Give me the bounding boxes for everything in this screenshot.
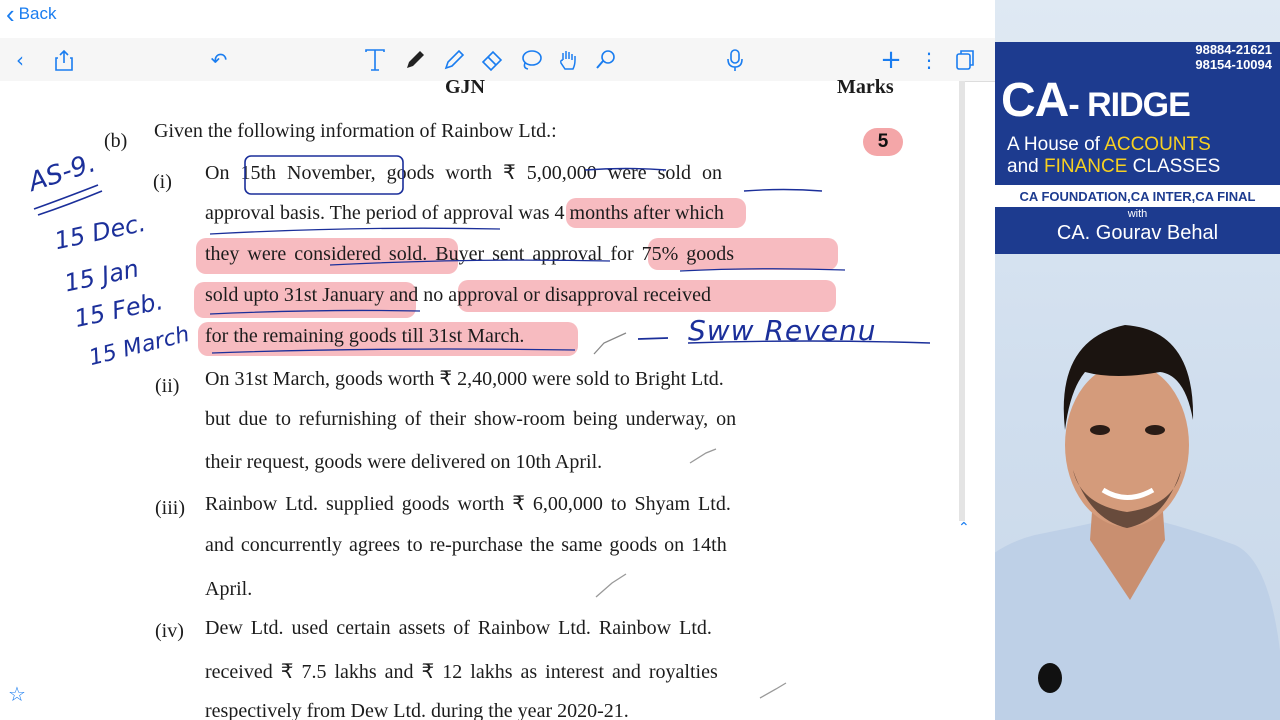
- back-label: Back: [18, 4, 57, 23]
- chevron-left-icon: ‹: [6, 0, 15, 29]
- undo-icon[interactable]: ↶: [205, 46, 233, 74]
- ink-underline: [209, 309, 421, 315]
- ink-underline: [211, 348, 576, 354]
- microphone-icon[interactable]: [721, 46, 749, 74]
- add-icon[interactable]: +: [877, 45, 905, 75]
- check-mark: [689, 448, 717, 464]
- shape-icon[interactable]: [592, 46, 620, 74]
- pen-icon[interactable]: [401, 46, 429, 74]
- hand-icon[interactable]: [554, 46, 582, 74]
- share-icon[interactable]: [50, 46, 78, 74]
- check-mark: [759, 682, 787, 699]
- pdf-viewer: ‹ Back ‹ ↶ + ⋮ ⌃ GJN Marks 5 (b) Given t…: [0, 0, 995, 720]
- check-mark: [593, 332, 627, 355]
- eraser-icon[interactable]: [478, 46, 506, 74]
- ink-annotations: [33, 155, 931, 699]
- ink-underline: [679, 268, 846, 272]
- chevron-left-icon[interactable]: ‹: [6, 46, 34, 74]
- ink-underline: [209, 227, 501, 235]
- ink-underline: [37, 190, 103, 216]
- back-button[interactable]: ‹ Back: [6, 0, 57, 29]
- presenter-panel: 98884-21621 98154-10094 CA- RIDGE A Hous…: [995, 0, 1280, 720]
- ink-underline: [329, 259, 611, 266]
- lasso-icon[interactable]: [517, 46, 545, 74]
- more-icon[interactable]: ⋮: [915, 46, 943, 74]
- pages-icon[interactable]: [951, 46, 979, 74]
- check-mark: [595, 573, 627, 598]
- nav-bar: ‹ Back: [0, 0, 995, 38]
- text-tool-icon[interactable]: [361, 46, 389, 74]
- highlighter-icon[interactable]: [440, 46, 468, 74]
- presenter-video: [995, 325, 1280, 720]
- ink-box: [244, 155, 404, 195]
- ink-dash: [637, 337, 669, 340]
- bookmark-star-icon[interactable]: ☆: [8, 682, 32, 706]
- ink-underline: [584, 167, 667, 171]
- ink-note-revenue: Sww Revenu: [688, 314, 877, 347]
- ink-underline: [743, 188, 823, 192]
